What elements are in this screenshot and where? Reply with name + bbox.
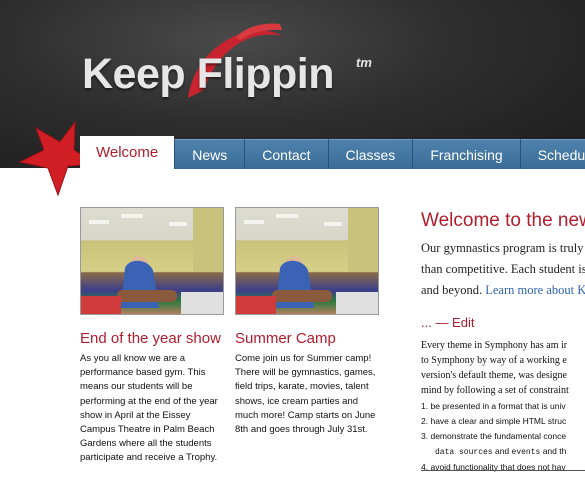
intro-line: Our gymnastics program is truly: [421, 241, 584, 255]
article-body: Come join us for Summer camp! There will…: [235, 353, 376, 436]
intro-text: Our gymnastics program is truly than com…: [421, 238, 585, 301]
intro-line: and beyond. Learn more about K: [421, 280, 585, 301]
site-logo[interactable]: Keep Flippin: [82, 50, 335, 99]
code-snippet: data sources: [435, 448, 493, 457]
body-line: to Symphony by way of a working e: [421, 355, 567, 366]
intro-line: than competitive. Each student is: [421, 262, 585, 276]
list-item: 1. be presented in a format that is univ: [421, 399, 585, 414]
divider: [421, 470, 585, 471]
list-text: have a clear and simple HTML struc: [430, 416, 567, 426]
constraint-list: 1. be presented in a format that is univ…: [421, 399, 585, 475]
tab-franchising[interactable]: Franchising: [412, 139, 520, 169]
trademark-mark: tm: [356, 55, 372, 70]
list-number: 2.: [421, 416, 429, 426]
body-text: Every theme in Symphony has am ir to Sym…: [421, 338, 585, 398]
article-title[interactable]: End of the year show: [80, 330, 225, 347]
article-year-show: End of the year show As you all know we …: [80, 330, 225, 466]
code-snippet: events: [511, 448, 541, 457]
intro-line-text: and beyond.: [421, 283, 483, 297]
list-item: data sources and events and th: [421, 444, 585, 460]
list-item: 4. avoid functionality that does not hav: [421, 460, 585, 475]
tab-contact[interactable]: Contact: [244, 139, 328, 169]
list-number: 1.: [421, 401, 429, 411]
page-title: Welcome to the new: [421, 210, 585, 231]
main-nav: Welcome News Contact Classes Franchising…: [80, 136, 585, 169]
list-text: be presented in a format that is univ: [430, 401, 566, 411]
list-number: 3.: [421, 431, 429, 441]
list-text: and th: [540, 446, 567, 456]
list-item: 3. demonstrate the fundamental conce: [421, 429, 585, 444]
list-text: and: [492, 446, 512, 456]
learn-more-link[interactable]: Learn more about K: [485, 283, 585, 297]
body-line: mind by following a set of constraint: [421, 385, 569, 396]
article-body: As you all know we are a performance bas…: [80, 353, 218, 464]
article-summer-camp: Summer Camp Come join us for Summer camp…: [235, 330, 380, 437]
tab-news[interactable]: News: [174, 139, 245, 169]
tab-schedule[interactable]: Schedule: [519, 139, 585, 169]
gym-photo-camp[interactable]: [235, 207, 379, 315]
list-item: 2. have a clear and simple HTML struc: [421, 414, 585, 429]
article-title[interactable]: Summer Camp: [235, 330, 380, 347]
tab-classes[interactable]: Classes: [327, 139, 413, 169]
section-heading[interactable]: ... — Edit: [421, 315, 585, 330]
body-line: version's default theme, was designe: [421, 370, 567, 381]
list-text: demonstrate the fundamental conce: [430, 431, 567, 441]
body-line: Every theme in Symphony has am ir: [421, 340, 568, 351]
gym-photo-show[interactable]: [80, 207, 224, 315]
tab-welcome[interactable]: Welcome: [80, 136, 175, 169]
main-content: Welcome to the new Our gymnastics progra…: [421, 210, 585, 475]
